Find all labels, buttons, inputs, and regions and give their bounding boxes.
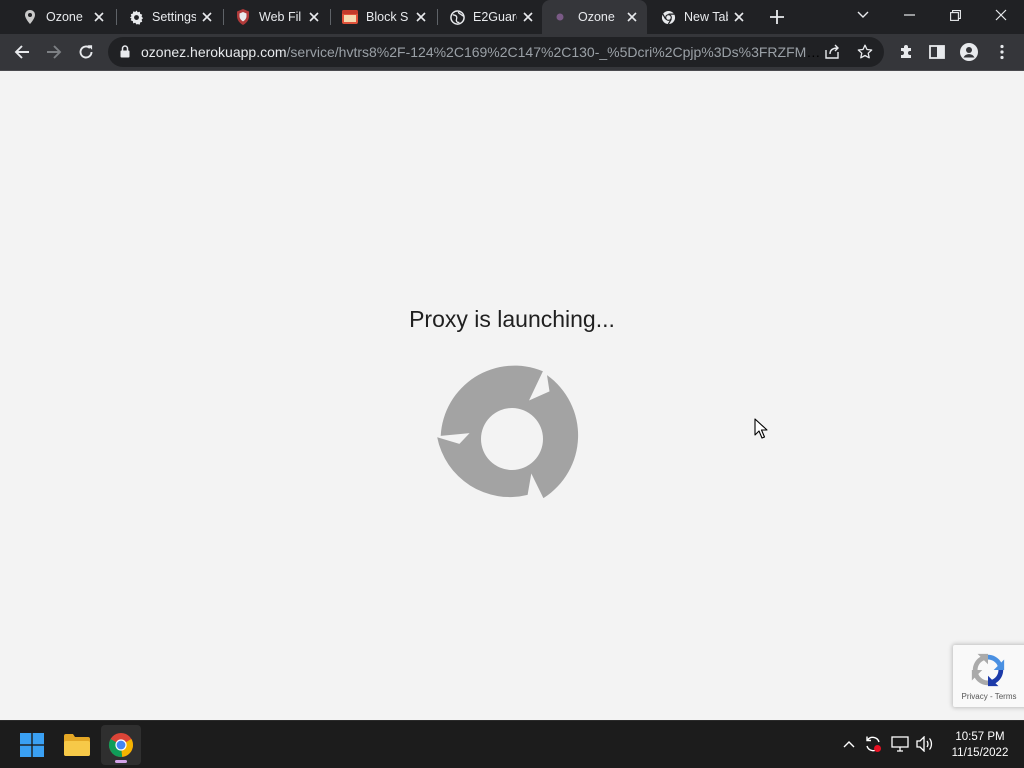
side-panel-icon [929,45,945,59]
tab-title: Ozone [578,10,615,24]
tab-divider [437,9,438,25]
running-indicator [115,760,127,763]
lock-icon [120,45,130,63]
tab-web-filter[interactable]: Web Filt [225,0,327,34]
tab-ozone-1[interactable]: Ozone [12,0,112,34]
tab-title: Settings [152,10,196,24]
extensions-button[interactable] [891,37,921,67]
globe-icon [449,9,465,25]
tab-title: Web Filt [259,10,301,24]
arrow-right-icon [47,45,62,59]
reload-button[interactable] [71,37,101,67]
close-tab-icon[interactable] [520,9,536,25]
dot-icon [552,9,568,25]
tab-strip: Ozone Settings Web Filt Block Si E2Guar … [0,0,1024,34]
map-pin-icon [22,9,38,25]
close-tab-icon[interactable] [199,9,215,25]
link-separator: - [987,692,995,701]
tab-title: New Tab [684,10,728,24]
reload-icon [79,45,93,59]
chevron-up-icon [843,741,855,748]
url-path: /service/hvtrs8%2F-124%2C169%2C147%2C130… [286,44,821,60]
share-icon[interactable] [824,44,840,65]
page-heading: Proxy is launching... [409,306,615,332]
refresh-spinner-icon [437,365,579,499]
show-hidden-icons-button[interactable] [838,733,860,755]
tab-divider [116,9,117,25]
volume-icon[interactable] [914,733,936,755]
clock-date: 11/15/2022 [951,747,1009,759]
chrome-taskbar-button[interactable] [101,725,141,765]
close-tab-icon[interactable] [306,9,322,25]
taskbar: 10:57 PM 11/15/2022 [0,720,1024,768]
url-text[interactable]: ozonez.herokuapp.com/service/hvtrs8%2F-1… [141,44,821,61]
network-icon[interactable] [889,733,911,755]
profile-icon [960,43,978,61]
profile-button[interactable] [954,37,984,67]
tab-new-tab[interactable]: New Tab [650,0,752,34]
tab-ozone-active[interactable]: Ozone [542,0,647,34]
recaptcha-icon [971,653,1005,687]
clock-time: 10:57 PM [955,731,1005,743]
close-window-button[interactable] [978,0,1024,30]
tab-title: Block Si [366,10,408,24]
close-tab-icon[interactable] [624,9,640,25]
blocksite-icon [342,9,358,25]
close-icon [995,9,1007,21]
mouse-cursor-icon [754,418,768,439]
arrow-left-icon [14,45,29,59]
privacy-link[interactable]: Privacy [962,692,988,701]
star-icon[interactable] [857,44,873,65]
tab-title: E2Guard [473,10,517,24]
tab-divider [223,9,224,25]
chevron-down-icon [857,11,869,18]
tab-block-site[interactable]: Block Si [332,0,434,34]
tab-title: Ozone [46,10,83,24]
chrome-icon [660,9,676,25]
close-tab-icon[interactable] [413,9,429,25]
side-panel-button[interactable] [922,37,952,67]
windows-start-icon [20,733,44,757]
restore-button[interactable] [932,0,978,30]
close-tab-icon[interactable] [731,9,747,25]
file-explorer-button[interactable] [57,725,97,765]
restore-icon [949,9,961,21]
recaptcha-links: Privacy - Terms [953,692,1024,701]
start-button[interactable] [12,725,52,765]
tab-search-button[interactable] [840,0,886,30]
close-tab-icon[interactable] [91,9,107,25]
url-host: ozonez.herokuapp.com [141,44,287,60]
page-viewport: Proxy is launching... Privacy - Terms [0,71,1024,720]
recaptcha-badge[interactable]: Privacy - Terms [953,645,1024,707]
back-button[interactable] [7,37,37,67]
terms-link[interactable]: Terms [995,692,1017,701]
minimize-icon [903,14,915,16]
sync-status-icon[interactable] [862,733,884,755]
file-explorer-icon [64,734,90,756]
tab-e2guardian[interactable]: E2Guard [439,0,541,34]
forward-button[interactable] [39,37,69,67]
address-bar[interactable]: ozonez.herokuapp.com/service/hvtrs8%2F-1… [108,37,884,67]
tab-divider [330,9,331,25]
menu-button[interactable] [987,37,1017,67]
new-tab-button[interactable] [762,2,792,32]
chrome-icon [108,733,133,757]
tab-settings[interactable]: Settings [118,0,220,34]
shield-icon [235,9,251,25]
gear-icon [128,9,144,25]
minimize-button[interactable] [886,0,932,30]
browser-toolbar: ozonez.herokuapp.com/service/hvtrs8%2F-1… [0,34,1024,71]
system-clock[interactable]: 10:57 PM 11/15/2022 [942,729,1018,761]
puzzle-icon [901,45,911,58]
more-vertical-icon [1000,44,1004,60]
plus-icon [770,10,784,24]
